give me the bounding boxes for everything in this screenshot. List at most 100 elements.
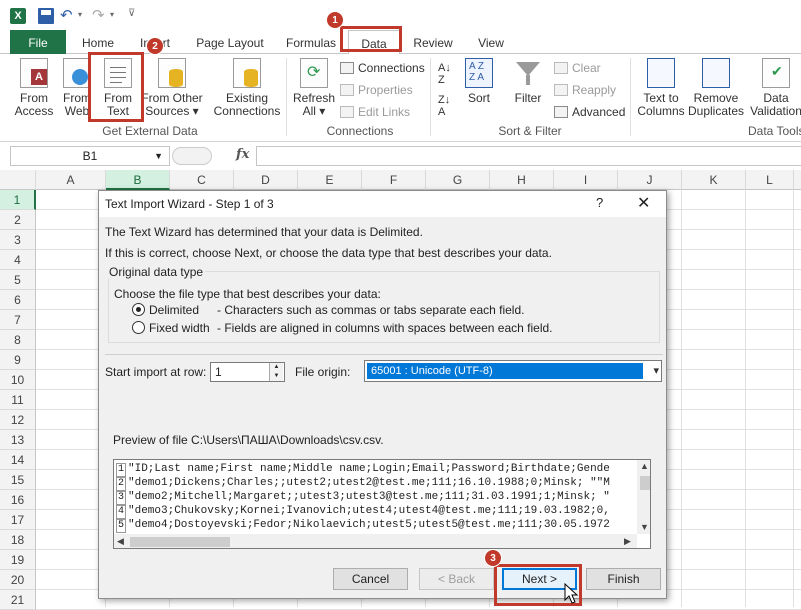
- file-preview[interactable]: 1 "ID;Last name;First name;Middle name;Lo…: [113, 459, 651, 549]
- formula-bar-expander[interactable]: [172, 147, 212, 165]
- tab-review[interactable]: Review: [410, 30, 456, 54]
- row-header-10[interactable]: 10: [0, 370, 36, 390]
- filter-label: Filter: [514, 91, 542, 105]
- row-header-8[interactable]: 8: [0, 330, 36, 350]
- row-header-20[interactable]: 20: [0, 570, 36, 590]
- file-origin-select[interactable]: 65001 : Unicode (UTF-8) ▾: [364, 360, 662, 382]
- tab-view[interactable]: View: [470, 30, 512, 54]
- row-header-2[interactable]: 2: [0, 210, 36, 230]
- column-header-b[interactable]: B: [106, 170, 170, 190]
- reapply-button[interactable]: Reapply: [554, 83, 616, 97]
- column-header-g[interactable]: G: [426, 170, 490, 190]
- row-header-13[interactable]: 13: [0, 430, 36, 450]
- connections-icon: [340, 62, 354, 74]
- row-header-3[interactable]: 3: [0, 230, 36, 250]
- select-all-corner[interactable]: [0, 170, 36, 190]
- from-access-button[interactable]: A From Access: [12, 58, 56, 118]
- radio-fixed-width[interactable]: [132, 321, 145, 334]
- radio-delimited[interactable]: [132, 303, 145, 316]
- scroll-right-icon[interactable]: ▶: [624, 536, 631, 547]
- clear-button[interactable]: Clear: [554, 61, 601, 75]
- undo-icon[interactable]: ↶: [60, 8, 76, 24]
- row-header-4[interactable]: 4: [0, 250, 36, 270]
- connections-button[interactable]: Connections: [340, 61, 425, 75]
- row-header-15[interactable]: 15: [0, 470, 36, 490]
- from-other-sources-button[interactable]: From Other Sources ▾: [140, 58, 204, 118]
- remove-duplicates-button[interactable]: Remove Duplicates: [688, 58, 744, 118]
- column-header-j[interactable]: J: [618, 170, 682, 190]
- scroll-thumb[interactable]: [640, 476, 650, 490]
- preview-vertical-scrollbar[interactable]: ▲ ▼: [637, 460, 650, 534]
- tab-home[interactable]: Home: [78, 30, 118, 54]
- scroll-up-icon[interactable]: ▲: [640, 461, 649, 471]
- column-header-l[interactable]: L: [746, 170, 794, 190]
- preview-line-text: "ID;Last name;First name;Middle name;Log…: [128, 463, 610, 475]
- file-origin-value: 65001 : Unicode (UTF-8): [367, 363, 643, 379]
- finish-button[interactable]: Finish: [586, 568, 661, 590]
- column-header-i[interactable]: I: [554, 170, 618, 190]
- column-header-d[interactable]: D: [234, 170, 298, 190]
- row-header-17[interactable]: 17: [0, 510, 36, 530]
- row-header-7[interactable]: 7: [0, 310, 36, 330]
- help-icon[interactable]: ?: [596, 195, 603, 210]
- scroll-thumb[interactable]: [130, 537, 230, 547]
- row-header-18[interactable]: 18: [0, 530, 36, 550]
- text-to-columns-button[interactable]: Text to Columns: [636, 58, 686, 118]
- preview-line-text: "demo4;Dostoyevski;Fedor;Nikolaevich;ute…: [128, 519, 610, 531]
- dialog-title-bar: Text Import Wizard - Step 1 of 3 ? ✕: [99, 191, 666, 217]
- scroll-down-icon[interactable]: ▼: [640, 522, 649, 532]
- spin-up-icon[interactable]: ▲: [269, 363, 283, 372]
- column-header-c[interactable]: C: [170, 170, 234, 190]
- row-header-16[interactable]: 16: [0, 490, 36, 510]
- insert-function-icon[interactable]: fx: [236, 147, 249, 162]
- reapply-icon: [554, 84, 568, 96]
- spin-down-icon[interactable]: ▼: [269, 372, 283, 381]
- existing-connections-button[interactable]: Existing Connections: [212, 58, 282, 118]
- row-header-1[interactable]: 1: [0, 190, 36, 210]
- redo-dropdown-icon[interactable]: ▾: [110, 10, 114, 19]
- preview-line: 4 "demo3;Chukovsky;Kornei;Ivanovich;utest…: [116, 504, 610, 519]
- customize-icon[interactable]: ⊽: [128, 8, 135, 19]
- tab-page-layout[interactable]: Page Layout: [192, 30, 268, 54]
- chevron-down-icon[interactable]: ▼: [154, 147, 163, 165]
- cancel-button[interactable]: Cancel: [333, 568, 408, 590]
- filter-button[interactable]: Filter: [510, 58, 546, 105]
- row-header-12[interactable]: 12: [0, 410, 36, 430]
- sort-a-z-button[interactable]: A↓ Z: [438, 62, 451, 86]
- name-box[interactable]: B1 ▼: [10, 146, 170, 166]
- formula-input[interactable]: [256, 146, 801, 166]
- sort-button[interactable]: A ZZ A Sort: [462, 58, 496, 105]
- row-header-5[interactable]: 5: [0, 270, 36, 290]
- advanced-button[interactable]: Advanced: [554, 105, 625, 119]
- callout-badge-3: 3: [484, 549, 502, 567]
- row-header-11[interactable]: 11: [0, 390, 36, 410]
- column-header-h[interactable]: H: [490, 170, 554, 190]
- fixed-width-label[interactable]: Fixed width: [149, 321, 210, 335]
- properties-button[interactable]: Properties: [340, 83, 413, 97]
- sort-z-a-button[interactable]: Z↓ A: [438, 94, 450, 118]
- row-header-14[interactable]: 14: [0, 450, 36, 470]
- row-header-19[interactable]: 19: [0, 550, 36, 570]
- undo-dropdown-icon[interactable]: ▾: [78, 10, 82, 19]
- redo-icon[interactable]: ↷: [92, 8, 108, 24]
- tab-file[interactable]: File: [10, 30, 66, 54]
- back-button[interactable]: < Back: [419, 568, 494, 590]
- preview-horizontal-scrollbar[interactable]: ◀ ▶: [114, 534, 637, 548]
- column-header-a[interactable]: A: [36, 170, 106, 190]
- delimited-label[interactable]: Delimited: [149, 303, 199, 317]
- preview-line-text: "demo1;Dickens;Charles;;utest2;utest2@te…: [128, 477, 610, 489]
- chevron-down-icon[interactable]: ▾: [653, 364, 659, 377]
- close-icon[interactable]: ✕: [637, 193, 650, 213]
- save-icon[interactable]: [38, 8, 54, 24]
- scroll-left-icon[interactable]: ◀: [117, 536, 124, 547]
- row-header-6[interactable]: 6: [0, 290, 36, 310]
- tab-formulas[interactable]: Formulas: [282, 30, 340, 54]
- row-header-9[interactable]: 9: [0, 350, 36, 370]
- data-validation-button[interactable]: ✔ Data Validation: [746, 58, 801, 118]
- column-header-f[interactable]: F: [362, 170, 426, 190]
- column-header-e[interactable]: E: [298, 170, 362, 190]
- refresh-all-button[interactable]: ⟳ Refresh All ▾: [290, 58, 338, 118]
- row-header-21[interactable]: 21: [0, 590, 36, 610]
- edit-links-button[interactable]: Edit Links: [340, 105, 410, 119]
- column-header-k[interactable]: K: [682, 170, 746, 190]
